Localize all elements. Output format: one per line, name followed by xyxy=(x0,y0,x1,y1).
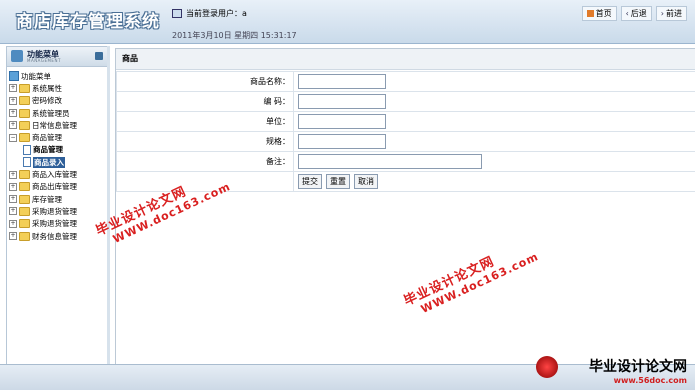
home-icon xyxy=(587,10,594,17)
current-user-label: 当前登录用户：a xyxy=(186,8,247,19)
menu-tree: 功能菜单 + 系统属性 + 密码修改 + 系统管理员 + 日常信息管理 − 商品… xyxy=(7,67,107,242)
expand-icon[interactable]: + xyxy=(9,97,17,105)
tree-item-purchase-return-2[interactable]: + 采购退货管理 xyxy=(9,218,107,230)
folder-icon xyxy=(19,219,30,228)
field-label: 规格： xyxy=(117,132,294,152)
document-icon xyxy=(23,157,31,167)
tree-item-purchase-return-1[interactable]: + 采购退货管理 xyxy=(9,205,107,217)
folder-icon xyxy=(19,121,30,130)
expand-icon[interactable]: + xyxy=(9,84,17,92)
site-logo-icon xyxy=(536,356,558,378)
folder-icon xyxy=(19,195,30,204)
expand-icon[interactable]: + xyxy=(9,171,17,179)
collapse-node-icon[interactable]: − xyxy=(9,134,17,142)
tree-item-goods-manage[interactable]: 商品管理 xyxy=(9,144,107,156)
tree-item-system-props[interactable]: + 系统属性 xyxy=(9,82,107,94)
tree-item-stock-in[interactable]: + 商品入库管理 xyxy=(9,168,107,180)
tree-item-admins[interactable]: + 系统管理员 xyxy=(9,107,107,119)
current-user: 当前登录用户：a xyxy=(172,8,247,19)
menu-icon xyxy=(11,50,23,62)
splitter[interactable] xyxy=(107,46,110,364)
header: 商店库存管理系统 当前登录用户：a 2011年3月10日 星期四 15:31:1… xyxy=(0,0,695,44)
folder-icon xyxy=(19,232,30,241)
form-row: 备注： xyxy=(117,152,695,172)
remark-input[interactable] xyxy=(298,154,482,169)
tree-item-finance[interactable]: + 财务信息管理 xyxy=(9,230,107,242)
sidebar-header: 功能菜单 MANAGEMENT xyxy=(7,47,107,67)
field-label: 备注： xyxy=(117,152,294,172)
tree-item-goods-entry[interactable]: 商品录入 xyxy=(9,156,107,168)
app-title: 商店库存管理系统 xyxy=(16,7,160,32)
collapse-icon[interactable] xyxy=(95,52,103,60)
form-buttons-row: 提交 重置 取消 xyxy=(117,172,695,192)
form-buttons: 提交 重置 取消 xyxy=(298,174,695,189)
document-icon xyxy=(23,145,31,155)
folder-icon xyxy=(19,96,30,105)
expand-icon[interactable]: + xyxy=(9,195,17,203)
folder-icon xyxy=(19,84,30,93)
field-label: 编 码： xyxy=(117,92,294,112)
form-row: 商品名称： xyxy=(117,72,695,92)
expand-icon[interactable]: + xyxy=(9,121,17,129)
expand-icon[interactable]: + xyxy=(9,109,17,117)
main-panel: 商品 商品名称： 编 码： 单位： 规格： 备注： 提交 重置 xyxy=(115,48,695,368)
reset-button[interactable]: 重置 xyxy=(326,174,350,189)
back-icon: ‹ xyxy=(626,9,629,18)
section-title: 商品 xyxy=(116,49,695,70)
unit-input[interactable] xyxy=(298,114,386,129)
sidebar: 功能菜单 MANAGEMENT 功能菜单 + 系统属性 + 密码修改 + 系统管… xyxy=(6,46,108,366)
goods-form: 商品名称： 编 码： 单位： 规格： 备注： 提交 重置 取消 xyxy=(116,71,695,192)
code-input[interactable] xyxy=(298,94,386,109)
folder-icon xyxy=(19,207,30,216)
field-label: 单位： xyxy=(117,112,294,132)
site-logo: 毕业设计论文网 www.56doc.com xyxy=(589,356,687,385)
submit-button[interactable]: 提交 xyxy=(298,174,322,189)
spec-input[interactable] xyxy=(298,134,386,149)
tree-item-stock-out[interactable]: + 商品出库管理 xyxy=(9,181,107,193)
cancel-button[interactable]: 取消 xyxy=(354,174,378,189)
form-row: 单位： xyxy=(117,112,695,132)
tree-item-inventory[interactable]: + 库存管理 xyxy=(9,193,107,205)
home-button[interactable]: 首页 xyxy=(582,6,617,21)
expand-icon[interactable]: + xyxy=(9,220,17,228)
datetime: 2011年3月10日 星期四 15:31:17 xyxy=(172,30,297,41)
tree-item-password[interactable]: + 密码修改 xyxy=(9,95,107,107)
folder-open-icon xyxy=(19,133,30,142)
monitor-icon xyxy=(172,9,182,18)
form-row: 编 码： xyxy=(117,92,695,112)
field-label: 商品名称： xyxy=(117,72,294,92)
expand-icon[interactable]: + xyxy=(9,232,17,240)
forward-button[interactable]: › 前进 xyxy=(656,6,687,21)
folder-icon xyxy=(19,170,30,179)
form-row: 规格： xyxy=(117,132,695,152)
tree-root[interactable]: 功能菜单 xyxy=(9,70,107,82)
folder-icon xyxy=(19,109,30,118)
tree-item-daily-info[interactable]: + 日常信息管理 xyxy=(9,119,107,131)
expand-icon[interactable]: + xyxy=(9,183,17,191)
sidebar-subtitle: MANAGEMENT xyxy=(27,58,61,63)
top-nav: 首页 ‹ 后退 › 前进 xyxy=(582,6,687,21)
folder-icon xyxy=(19,182,30,191)
forward-icon: › xyxy=(661,9,664,18)
back-button[interactable]: ‹ 后退 xyxy=(621,6,652,21)
tree-item-goods[interactable]: − 商品管理 xyxy=(9,131,107,143)
expand-icon[interactable]: + xyxy=(9,207,17,215)
root-icon xyxy=(9,71,19,81)
goods-name-input[interactable] xyxy=(298,74,386,89)
